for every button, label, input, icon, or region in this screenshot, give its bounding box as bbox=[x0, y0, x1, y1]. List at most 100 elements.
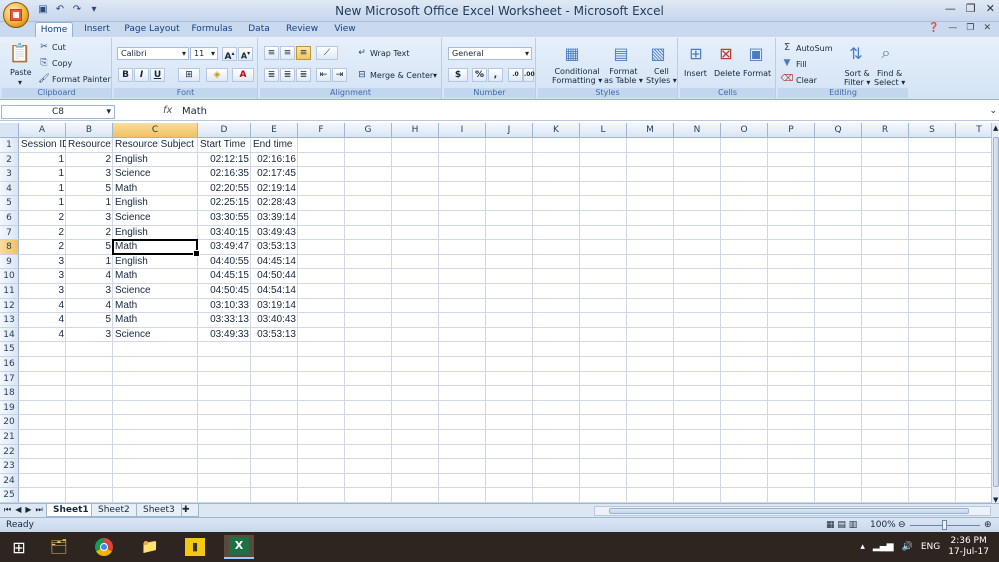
cell-B12[interactable]: 4 bbox=[66, 299, 113, 314]
row-header-21[interactable]: 21 bbox=[0, 430, 19, 445]
percent-button[interactable]: % bbox=[472, 68, 487, 82]
column-header-p[interactable]: P bbox=[768, 123, 815, 138]
vertical-scroll-thumb[interactable] bbox=[993, 137, 999, 487]
grow-font-button[interactable]: A▴ bbox=[222, 47, 237, 62]
align-center-button[interactable]: ≣ bbox=[280, 68, 295, 82]
folder-icon[interactable]: 📁 bbox=[135, 535, 165, 559]
column-header-m[interactable]: M bbox=[627, 123, 674, 138]
help-icon[interactable]: ❓ bbox=[928, 23, 939, 33]
row-header-10[interactable]: 10 bbox=[0, 269, 19, 284]
row-header-14[interactable]: 14 bbox=[0, 327, 19, 343]
tab-page-layout[interactable]: Page Layout bbox=[124, 22, 180, 37]
undo-icon[interactable]: ↶ bbox=[53, 3, 67, 17]
cell-D2[interactable]: 02:12:15 bbox=[198, 153, 251, 168]
row-header-5[interactable]: 5 bbox=[0, 196, 19, 211]
power-bi-icon[interactable]: ▮ bbox=[180, 535, 210, 559]
redo-icon[interactable]: ↷ bbox=[70, 3, 84, 17]
row-header-23[interactable]: 23 bbox=[0, 459, 19, 474]
cell-A11[interactable]: 3 bbox=[19, 284, 66, 299]
cell-B4[interactable]: 5 bbox=[66, 182, 113, 197]
font-color-button[interactable]: A bbox=[232, 68, 254, 82]
cell-E9[interactable]: 04:45:14 bbox=[251, 255, 298, 270]
italic-button[interactable]: I bbox=[134, 68, 149, 82]
format-as-table-button[interactable]: Format as Table ▾ bbox=[604, 67, 643, 85]
find-select-button[interactable]: Find & Select ▾ bbox=[874, 69, 905, 87]
column-header-e[interactable]: E bbox=[251, 123, 298, 138]
cell-E11[interactable]: 04:54:14 bbox=[251, 284, 298, 299]
cell-C13[interactable]: Math bbox=[113, 313, 198, 328]
language-indicator[interactable]: ENG bbox=[921, 542, 940, 552]
align-bottom-button[interactable]: ≡ bbox=[296, 46, 311, 60]
autosum-button[interactable]: AutoSum bbox=[796, 44, 833, 53]
merge-center-button[interactable]: Merge & Center bbox=[370, 71, 433, 80]
insert-cells-button[interactable]: Insert bbox=[684, 69, 707, 78]
underline-button[interactable]: U bbox=[150, 68, 165, 82]
cell-C3[interactable]: Science bbox=[113, 167, 198, 182]
horizontal-scrollbar[interactable] bbox=[594, 506, 991, 516]
view-buttons-icon[interactable]: ▦ ▤ ▥ bbox=[826, 518, 857, 532]
zoom-out-icon[interactable]: ⊖ bbox=[898, 518, 906, 532]
office-button[interactable] bbox=[3, 2, 29, 28]
currency-button[interactable]: $ bbox=[448, 68, 468, 82]
sheet-tab-sheet2[interactable]: Sheet2 bbox=[91, 504, 137, 517]
cell-E4[interactable]: 02:19:14 bbox=[251, 182, 298, 197]
comma-button[interactable]: , bbox=[488, 68, 503, 82]
cell-C5[interactable]: English bbox=[113, 196, 198, 211]
delete-cells-button[interactable]: Delete bbox=[714, 69, 740, 78]
orientation-button[interactable]: ⟋ bbox=[316, 46, 338, 60]
ribbon-minimize-button[interactable]: — bbox=[948, 23, 957, 33]
cell-A14[interactable]: 4 bbox=[19, 328, 66, 343]
row-header-20[interactable]: 20 bbox=[0, 415, 19, 430]
column-header-t[interactable]: T bbox=[956, 123, 991, 138]
cell-A12[interactable]: 4 bbox=[19, 299, 66, 314]
paste-icon[interactable]: 📋 bbox=[6, 40, 34, 66]
column-header-o[interactable]: O bbox=[721, 123, 768, 138]
cell-E1[interactable]: End time bbox=[251, 138, 298, 153]
cell-B5[interactable]: 1 bbox=[66, 196, 113, 211]
font-family-select[interactable]: Calibri ▾ bbox=[117, 47, 189, 60]
scroll-up-icon[interactable]: ▲ bbox=[993, 124, 998, 132]
row-header-2[interactable]: 2 bbox=[0, 152, 19, 168]
row-header-6[interactable]: 6 bbox=[0, 211, 19, 226]
cell-E3[interactable]: 02:17:45 bbox=[251, 167, 298, 182]
network-icon[interactable]: ▂▄▆ bbox=[873, 542, 894, 552]
tab-insert[interactable]: Insert bbox=[80, 22, 114, 37]
cell-D8[interactable]: 03:49:47 bbox=[198, 240, 251, 255]
name-box[interactable]: C8 ▾ bbox=[1, 105, 115, 119]
column-header-c[interactable]: C bbox=[113, 123, 198, 138]
cell-B2[interactable]: 2 bbox=[66, 153, 113, 168]
cell-D12[interactable]: 03:10:33 bbox=[198, 299, 251, 314]
cell-D9[interactable]: 04:40:55 bbox=[198, 255, 251, 270]
decrease-indent-button[interactable]: ⇤ bbox=[316, 68, 331, 82]
align-middle-button[interactable]: ≡ bbox=[280, 46, 295, 60]
cell-D1[interactable]: Start Time bbox=[198, 138, 251, 153]
formula-input[interactable]: Math bbox=[182, 106, 207, 117]
align-left-button[interactable]: ≣ bbox=[264, 68, 279, 82]
insert-sheet-icon[interactable]: ✚ bbox=[181, 504, 199, 517]
column-header-g[interactable]: G bbox=[345, 123, 392, 138]
cell-B14[interactable]: 3 bbox=[66, 328, 113, 343]
cell-A5[interactable]: 1 bbox=[19, 196, 66, 211]
insert-function-button[interactable]: fx bbox=[163, 105, 172, 116]
column-header-r[interactable]: R bbox=[862, 123, 909, 138]
chrome-icon[interactable] bbox=[89, 535, 119, 559]
cell-B9[interactable]: 1 bbox=[66, 255, 113, 270]
number-format-select[interactable]: General ▾ bbox=[448, 47, 532, 60]
restore-button[interactable]: ❐ bbox=[966, 2, 976, 15]
show-hidden-icons-icon[interactable]: ▴ bbox=[860, 542, 865, 552]
row-header-13[interactable]: 13 bbox=[0, 313, 19, 328]
row-header-16[interactable]: 16 bbox=[0, 357, 19, 372]
format-cells-button[interactable]: Format bbox=[743, 69, 771, 78]
cell-A2[interactable]: 1 bbox=[19, 153, 66, 168]
cell-A1[interactable]: Session ID bbox=[19, 138, 66, 153]
cell-A9[interactable]: 3 bbox=[19, 255, 66, 270]
row-header-1[interactable]: 1 bbox=[0, 138, 19, 153]
cell-A13[interactable]: 4 bbox=[19, 313, 66, 328]
cell-E7[interactable]: 03:49:43 bbox=[251, 226, 298, 241]
row-header-8[interactable]: 8 bbox=[0, 240, 19, 255]
row-header-3[interactable]: 3 bbox=[0, 167, 19, 182]
cell-B8[interactable]: 5 bbox=[66, 240, 113, 255]
copy-button[interactable]: Copy bbox=[52, 59, 72, 68]
cell-C10[interactable]: Math bbox=[113, 269, 198, 284]
row-header-4[interactable]: 4 bbox=[0, 181, 19, 197]
